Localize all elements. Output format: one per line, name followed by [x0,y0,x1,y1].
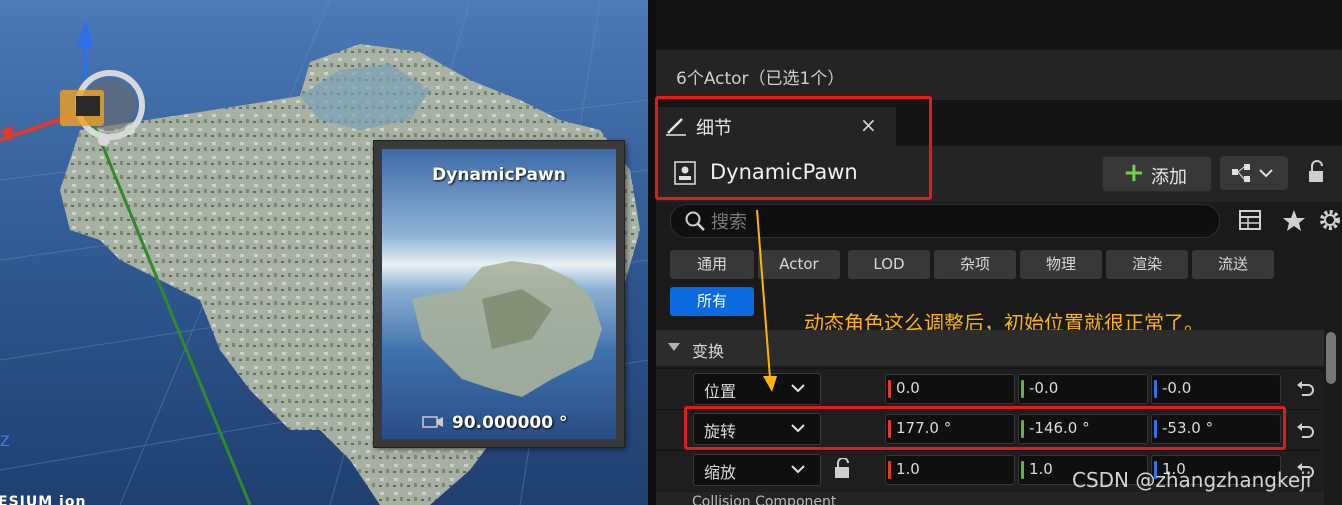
annotation-arrow [756,209,777,392]
